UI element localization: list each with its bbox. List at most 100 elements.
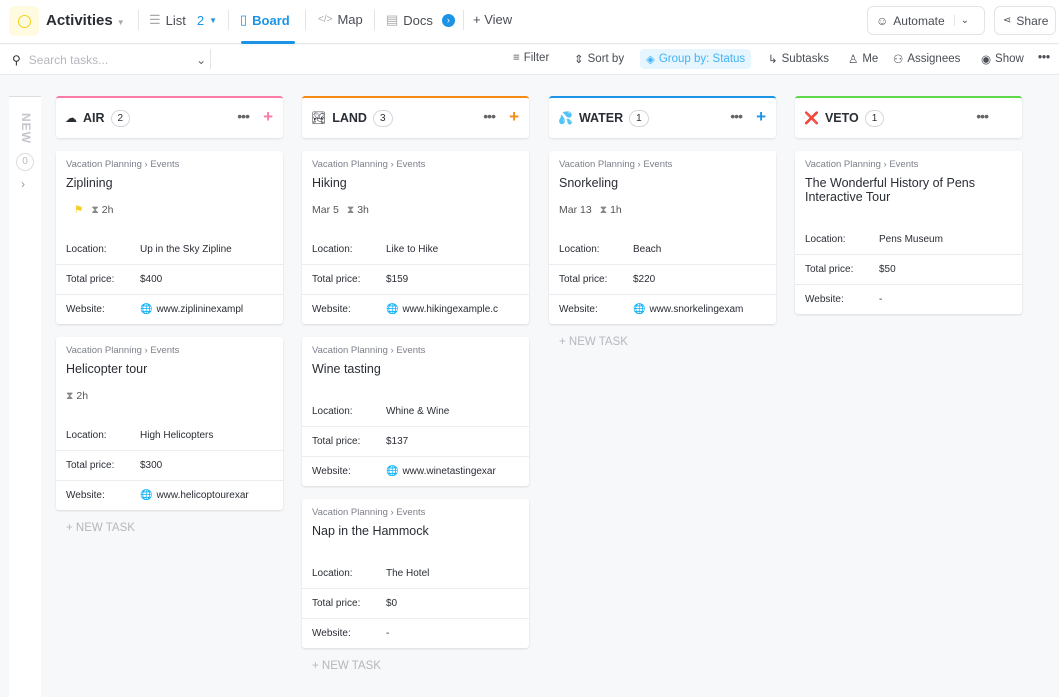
task-card[interactable]: Vacation Planning › Events Helicopter to… [56,337,283,510]
website-field[interactable]: Website: - [795,284,1022,314]
location-field[interactable]: Location: Beach [549,234,776,264]
website-field[interactable]: Website: - [302,618,529,648]
location-value: Like to Hike [386,243,439,255]
subtasks-button[interactable]: ↳ Subtasks [768,52,829,66]
add-view-button[interactable]: + View [473,12,512,27]
breadcrumb[interactable]: Vacation Planning › Events [302,159,529,170]
search-icon: ⚲ [12,53,21,67]
field-label: Total price: [312,436,361,447]
task-title[interactable]: Snorkeling [549,170,776,190]
website-field[interactable]: Website: 🌐 www.snorkelingexam [549,294,776,324]
tab-docs[interactable]: ▤ Docs › [386,12,455,28]
more-icon[interactable]: ••• [483,108,496,124]
collapsed-column-new[interactable]: NEW 0 › [9,96,41,697]
group-by-button[interactable]: ◈ Group by: Status [640,49,752,69]
breadcrumb[interactable]: Vacation Planning › Events [549,159,776,170]
status-icon: ❌ [804,111,819,125]
website-value[interactable]: www.snorkelingexam [649,304,743,315]
tab-label: List [165,12,186,28]
task-card[interactable]: Vacation Planning › Events Wine tasting … [302,337,529,486]
task-title[interactable]: The Wonderful History of Pens Interactiv… [795,170,1022,204]
task-title[interactable]: Hiking [302,170,529,190]
task-meta: Mar 5 ⧗ 3h [302,190,529,222]
website-value[interactable]: www.winetastingexar [402,466,495,477]
hourglass-icon: ⧗ [66,390,74,402]
chevron-right-icon[interactable]: › [21,177,25,191]
priority-flag-icon[interactable]: ⚑ [74,204,83,222]
page-title[interactable]: Activities ▼ [46,12,125,29]
chevron-down-icon[interactable]: ⌄ [196,53,206,67]
price-field[interactable]: Total price: $137 [302,426,529,456]
search-input[interactable]: ⚲ Search tasks... ⌄ [12,53,206,67]
location-field[interactable]: Location: Whine & Wine [302,396,529,426]
website-value[interactable]: www.helicoptourexar [156,490,248,501]
chevron-right-icon[interactable]: › [441,13,455,27]
task-title[interactable]: Helicopter tour [56,356,283,376]
due-date[interactable]: Mar 5 [312,204,339,222]
task-card[interactable]: Vacation Planning › Events Snorkeling Ma… [549,151,776,324]
website-value[interactable]: www.hikingexample.c [402,304,498,315]
breadcrumb[interactable]: Vacation Planning › Events [56,345,283,356]
breadcrumb[interactable]: Vacation Planning › Events [302,507,529,518]
website-value[interactable]: - [386,628,389,639]
breadcrumb[interactable]: Vacation Planning › Events [56,159,283,170]
task-card[interactable]: Vacation Planning › Events The Wonderful… [795,151,1022,314]
share-button[interactable]: ⋖ Share [994,6,1056,35]
breadcrumb[interactable]: Vacation Planning › Events [302,345,529,356]
website-value[interactable]: - [879,294,882,305]
task-meta: ⧗ 2h [56,376,283,408]
add-task-icon[interactable]: + [756,107,766,127]
website-field[interactable]: Website: 🌐 www.helicoptourexar [56,480,283,510]
location-field[interactable]: Location: The Hotel [302,558,529,588]
website-field[interactable]: Website: 🌐 www.hikingexample.c [302,294,529,324]
time-estimate[interactable]: 3h [357,204,369,222]
website-value[interactable]: www.ziplininexampl [156,304,243,315]
price-field[interactable]: Total price: $400 [56,264,283,294]
price-field[interactable]: Total price: $300 [56,450,283,480]
time-estimate[interactable]: 2h [76,390,88,408]
board-icon: ▯ [240,12,248,27]
assignees-button[interactable]: ⚇ Assignees [893,52,960,66]
group-label: Group by: Status [658,53,746,65]
task-card[interactable]: Vacation Planning › Events Hiking Mar 5 … [302,151,529,324]
time-estimate[interactable]: 1h [610,204,622,222]
add-task-icon[interactable]: + [509,107,519,127]
automate-button[interactable]: ☺ Automate ⌄ [867,6,985,35]
more-icon[interactable]: ••• [237,108,250,124]
filter-button[interactable]: ≡ Filter [513,52,549,64]
due-date[interactable]: Mar 13 [559,204,592,222]
price-field[interactable]: Total price: $220 [549,264,776,294]
price-field[interactable]: Total price: $50 [795,254,1022,284]
more-icon[interactable]: ••• [1038,52,1050,64]
time-estimate[interactable]: 2h [102,204,114,222]
website-field[interactable]: Website: 🌐 www.ziplininexampl [56,294,283,324]
space-logo-icon[interactable] [9,6,39,36]
more-icon[interactable]: ••• [730,108,743,124]
location-field[interactable]: Location: Like to Hike [302,234,529,264]
chevron-down-icon[interactable]: ⌄ [953,15,969,26]
task-card[interactable]: Vacation Planning › Events Nap in the Ha… [302,499,529,648]
location-field[interactable]: Location: Pens Museum [795,224,1022,254]
location-field[interactable]: Location: High Helicopters [56,420,283,450]
sort-button[interactable]: ⇕ Sort by [574,52,624,66]
price-field[interactable]: Total price: $0 [302,588,529,618]
column-name: LAND [332,111,367,125]
price-field[interactable]: Total price: $159 [302,264,529,294]
breadcrumb[interactable]: Vacation Planning › Events [795,159,1022,170]
more-icon[interactable]: ••• [976,108,989,124]
task-card[interactable]: Vacation Planning › Events Ziplining ⚑ ⧗… [56,151,283,324]
show-button[interactable]: ◉ Show [981,52,1024,66]
tab-list[interactable]: ☰ List 2 ▼ [149,12,217,28]
location-field[interactable]: Location: Up in the Sky Zipline [56,234,283,264]
task-title[interactable]: Ziplining [56,170,283,190]
website-field[interactable]: Website: 🌐 www.winetastingexar [302,456,529,486]
add-task-icon[interactable]: + [263,107,273,127]
task-title[interactable]: Wine tasting [302,356,529,376]
task-title[interactable]: Nap in the Hammock [302,518,529,538]
me-button[interactable]: ♙ Me [848,52,878,66]
tab-map[interactable]: </> Map [318,12,363,27]
tab-board[interactable]: ▯ Board [240,12,290,28]
new-task-button[interactable]: + NEW TASK [66,522,283,534]
new-task-button[interactable]: + NEW TASK [559,336,776,348]
new-task-button[interactable]: + NEW TASK [312,660,529,672]
